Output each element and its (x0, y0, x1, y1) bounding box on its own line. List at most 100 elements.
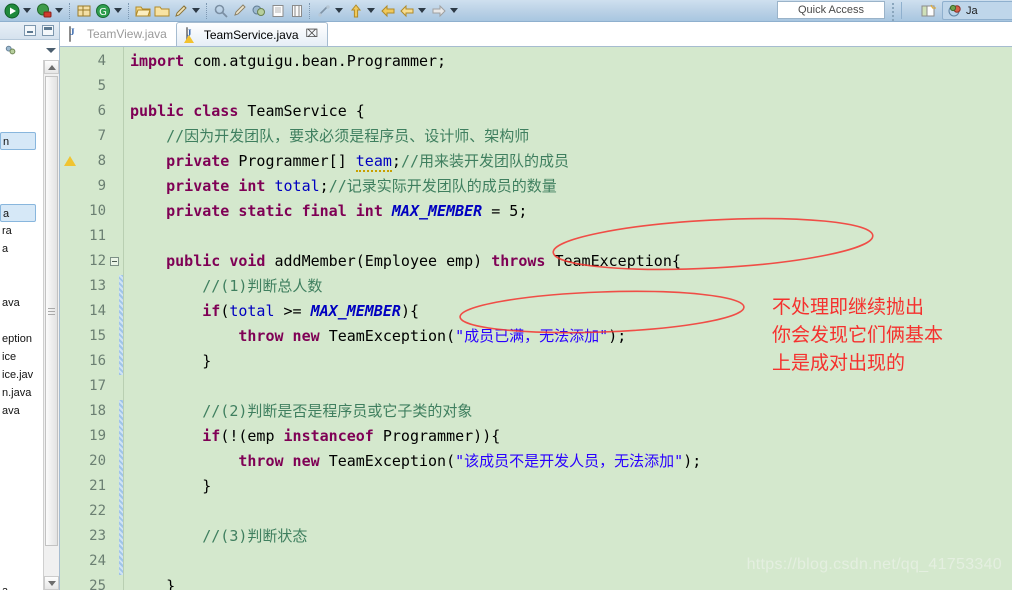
code-token: "该成员不是开发人员，无法添加" (455, 452, 684, 470)
minimize-view-icon[interactable] (24, 25, 36, 36)
code-token: (!(emp (220, 427, 284, 445)
code-line[interactable]: public class TeamService { (124, 99, 365, 124)
link-with-editor-icon[interactable] (4, 43, 19, 58)
tree-row[interactable] (0, 96, 36, 114)
brush-icon[interactable] (231, 2, 248, 19)
tree-row[interactable] (0, 438, 36, 456)
code-line[interactable]: if(total >= MAX_MEMBER){ (124, 299, 419, 324)
package-explorer-tree[interactable]: naraaavaeptioniceice.javn.javaavaa (0, 60, 36, 590)
back-dropdown-arrow[interactable] (416, 2, 427, 19)
forward-arrow-icon[interactable] (430, 2, 447, 19)
folder-icon[interactable] (153, 2, 170, 19)
up-arrow-icon[interactable] (347, 2, 364, 19)
tree-row[interactable] (0, 60, 36, 78)
tree-row[interactable]: ice.jav (0, 366, 36, 384)
tree-row[interactable]: a (0, 582, 36, 590)
code-line[interactable]: if(!(emp instanceof Programmer)){ (124, 424, 500, 449)
external-tools-dropdown-arrow[interactable] (112, 2, 123, 19)
pencil-icon[interactable] (172, 2, 189, 19)
warning-marker-icon[interactable] (64, 156, 76, 166)
link-dropdown-arrow[interactable] (333, 2, 344, 19)
code-line[interactable] (124, 74, 130, 99)
code-line[interactable] (124, 499, 130, 524)
up-dropdown-arrow[interactable] (365, 2, 376, 19)
tree-row[interactable]: a (0, 204, 36, 222)
editor-tab-2[interactable]: TeamService.java ⌧ (175, 22, 329, 46)
tree-row[interactable] (0, 456, 36, 474)
new-java-package-icon[interactable] (75, 2, 92, 19)
scroll-thumb[interactable] (45, 76, 58, 546)
colors-icon[interactable] (250, 2, 267, 19)
code-line[interactable]: //(1)判断总人数 (124, 274, 322, 299)
perspective-java-button[interactable]: Ja (942, 1, 1012, 20)
back-arrow-2-icon[interactable] (398, 2, 415, 19)
debug-dropdown-arrow[interactable] (53, 2, 64, 19)
tree-row[interactable] (0, 510, 36, 528)
tree-row[interactable] (0, 276, 36, 294)
editor-marker-bar[interactable] (60, 47, 80, 590)
code-line[interactable]: public void addMember(Employee emp) thro… (124, 249, 681, 274)
fold-collapse-icon[interactable] (110, 257, 119, 266)
search-icon[interactable] (212, 2, 229, 19)
scroll-down-arrow-icon[interactable] (44, 576, 59, 590)
back-arrow-icon[interactable] (379, 2, 396, 19)
pencil-dropdown-arrow[interactable] (190, 2, 201, 19)
tree-row[interactable] (0, 114, 36, 132)
book-icon[interactable] (269, 2, 286, 19)
code-line[interactable]: //(2)判断是否是程序员或它子类的对象 (124, 399, 472, 424)
maximize-view-icon[interactable] (42, 25, 54, 36)
open-perspective-button[interactable] (916, 1, 940, 20)
code-line[interactable] (124, 224, 130, 249)
tree-row[interactable]: eption (0, 330, 36, 348)
tree-row[interactable] (0, 420, 36, 438)
code-line[interactable]: private int total;//记录实际开发团队的成员的数量 (124, 174, 557, 199)
tree-row[interactable] (0, 546, 36, 564)
close-icon[interactable]: ⌧ (306, 29, 319, 40)
run-icon[interactable] (3, 2, 20, 19)
code-line[interactable]: } (124, 574, 175, 590)
tree-row[interactable] (0, 258, 36, 276)
code-line[interactable]: import com.atguigu.bean.Programmer; (124, 49, 446, 74)
quick-access-field[interactable]: Quick Access (777, 1, 885, 19)
code-line[interactable]: throw new TeamException("成员已满，无法添加"); (124, 324, 626, 349)
tree-row[interactable] (0, 186, 36, 204)
code-line[interactable]: } (124, 349, 211, 374)
tree-row[interactable] (0, 168, 36, 186)
tree-row[interactable]: n (0, 132, 36, 150)
view-menu-chevron-down-icon[interactable] (46, 47, 56, 53)
code-line[interactable] (124, 374, 130, 399)
editor-tab-1[interactable]: TeamView.java (60, 22, 176, 46)
tree-row[interactable]: ava (0, 402, 36, 420)
link-icon[interactable] (315, 2, 332, 19)
tree-row[interactable]: ava (0, 294, 36, 312)
code-line[interactable]: } (124, 474, 211, 499)
tree-row[interactable] (0, 474, 36, 492)
debug-icon[interactable] (35, 2, 52, 19)
open-folder-icon[interactable] (134, 2, 151, 19)
tree-row[interactable]: ra (0, 222, 36, 240)
forward-dropdown-arrow[interactable] (448, 2, 459, 19)
tree-row[interactable]: a (0, 240, 36, 258)
tree-row[interactable]: ice (0, 348, 36, 366)
tree-row[interactable] (0, 492, 36, 510)
run-dropdown-arrow[interactable] (21, 2, 32, 19)
package-explorer-rail: naraaavaeptioniceice.javn.javaavaa (0, 22, 60, 590)
tree-row[interactable] (0, 564, 36, 582)
code-line[interactable]: throw new TeamException("该成员不是开发人员，无法添加"… (124, 449, 701, 474)
external-tools-icon[interactable]: G (94, 2, 111, 19)
explorer-vertical-scrollbar[interactable] (43, 60, 59, 590)
toolbar-drag-handle[interactable] (892, 3, 895, 21)
code-line[interactable]: //(3)判断状态 (124, 524, 307, 549)
code-line[interactable] (124, 549, 130, 574)
ruler-icon[interactable] (288, 2, 305, 19)
scroll-up-arrow-icon[interactable] (44, 60, 59, 74)
tree-row[interactable] (0, 528, 36, 546)
tree-row[interactable]: n.java (0, 384, 36, 402)
tree-row[interactable] (0, 312, 36, 330)
tree-row[interactable] (0, 78, 36, 96)
code-line[interactable]: //因为开发团队，要求必须是程序员、设计师、架构师 (124, 124, 529, 149)
code-folding-column[interactable] (110, 47, 119, 590)
tree-row[interactable] (0, 150, 36, 168)
code-line[interactable]: private Programmer[] team;//用来装开发团队的成员 (124, 149, 569, 174)
code-line[interactable]: private static final int MAX_MEMBER = 5; (124, 199, 527, 224)
